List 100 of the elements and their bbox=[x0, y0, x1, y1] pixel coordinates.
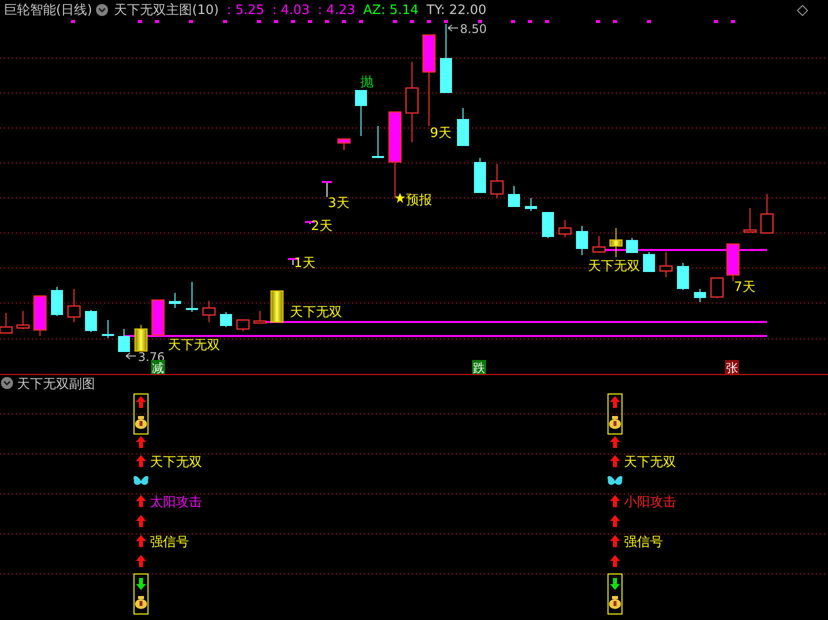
candlestick bbox=[134, 324, 148, 352]
candlestick bbox=[592, 236, 606, 253]
indicator-reading: TY: 22.00 bbox=[426, 2, 486, 18]
indicator-reading: : 4.23 bbox=[318, 2, 356, 18]
money-bag-icon bbox=[135, 596, 147, 609]
up-arrow-icon bbox=[610, 436, 620, 448]
butterfly-icon bbox=[134, 476, 148, 485]
dropdown-icon[interactable] bbox=[96, 4, 108, 16]
candlestick bbox=[253, 310, 267, 324]
buy-signal-frame bbox=[608, 394, 622, 434]
badge-label: 减 bbox=[152, 361, 164, 375]
candlestick bbox=[322, 180, 332, 198]
candlestick bbox=[626, 238, 638, 254]
candlestick bbox=[236, 319, 250, 332]
signal-label: 2天 bbox=[311, 219, 332, 234]
candlestick bbox=[372, 126, 384, 158]
signal-label: 天下无双 bbox=[624, 455, 676, 470]
arrow-icon bbox=[126, 352, 136, 360]
diamond-icon[interactable] bbox=[797, 5, 808, 16]
up-arrow-icon bbox=[136, 555, 146, 567]
signal-label: 小阳攻击 bbox=[624, 495, 676, 510]
signal-label: 天下无双 bbox=[168, 338, 220, 353]
candlestick bbox=[525, 198, 537, 212]
money-bag-icon bbox=[609, 416, 621, 429]
butterfly-icon bbox=[608, 476, 622, 485]
candlestick bbox=[67, 288, 81, 322]
arrow-icon bbox=[448, 24, 458, 32]
indicator-reading: : 4.03 bbox=[272, 2, 310, 18]
up-arrow-icon bbox=[136, 515, 146, 527]
signal-label: 7天 bbox=[734, 280, 756, 295]
up-arrow-icon bbox=[610, 455, 620, 467]
signal-label: 强信号 bbox=[150, 535, 189, 550]
candlestick bbox=[542, 212, 554, 238]
candlestick bbox=[337, 138, 351, 150]
up-arrow-icon bbox=[610, 535, 620, 547]
candlestick bbox=[440, 24, 452, 94]
sub-chart-title: 天下无双副图 bbox=[17, 377, 95, 392]
indicator-reading: : 5.25 bbox=[226, 2, 264, 18]
sell-label: 抛 bbox=[360, 75, 374, 90]
up-arrow-icon bbox=[136, 455, 146, 467]
sell-signal-frame bbox=[608, 574, 622, 614]
stock-title: 巨轮智能(日线) bbox=[4, 2, 92, 19]
star-icon bbox=[395, 193, 405, 203]
candlestick bbox=[508, 186, 520, 208]
signal-label: 1天 bbox=[294, 256, 316, 271]
candlestick bbox=[710, 277, 724, 298]
signal-label: 天下无双 bbox=[150, 455, 202, 470]
signal-label: 强信号 bbox=[624, 535, 663, 550]
indicator-reading: AZ: 5.14 bbox=[363, 2, 419, 18]
candlestick bbox=[169, 292, 181, 308]
price-label: 8.50 bbox=[460, 22, 487, 36]
candlestick bbox=[609, 228, 623, 258]
badge-label: 张 bbox=[726, 361, 738, 375]
candlestick bbox=[490, 164, 504, 198]
signal-label: 3天 bbox=[328, 196, 350, 211]
candlestick bbox=[457, 108, 469, 146]
sell-signal-frame bbox=[134, 574, 148, 614]
badge-label: 跌 bbox=[473, 361, 485, 375]
dropdown-icon[interactable] bbox=[1, 377, 13, 389]
down-arrow-icon bbox=[610, 578, 620, 590]
candlestick bbox=[726, 243, 740, 282]
money-bag-icon bbox=[609, 596, 621, 609]
candlestick bbox=[743, 208, 757, 233]
up-arrow-icon bbox=[610, 396, 620, 408]
up-arrow-icon bbox=[136, 436, 146, 448]
up-arrow-icon bbox=[610, 515, 620, 527]
candlestick bbox=[270, 290, 284, 323]
signal-label: 天下无双 bbox=[588, 259, 640, 274]
signal-label: 天下无双 bbox=[290, 305, 342, 320]
candlestick bbox=[202, 300, 216, 322]
up-arrow-icon bbox=[136, 535, 146, 547]
candlestick bbox=[659, 252, 673, 278]
candlestick bbox=[558, 220, 572, 238]
candlestick bbox=[677, 262, 689, 290]
up-arrow-icon bbox=[136, 396, 146, 408]
buy-signal-frame bbox=[134, 394, 148, 434]
candlestick bbox=[151, 299, 165, 336]
candlestick bbox=[220, 312, 232, 328]
candlestick bbox=[474, 158, 486, 194]
up-arrow-icon bbox=[610, 495, 620, 507]
candlestick bbox=[186, 282, 198, 312]
candlestick bbox=[576, 226, 588, 256]
candlestick bbox=[51, 286, 63, 316]
down-arrow-icon bbox=[136, 578, 146, 590]
up-arrow-icon bbox=[610, 555, 620, 567]
indicator-title: 天下无双主图(10) bbox=[114, 2, 219, 19]
candlestick bbox=[643, 252, 655, 272]
candlestick bbox=[16, 310, 30, 330]
up-arrow-icon bbox=[136, 495, 146, 507]
money-bag-icon bbox=[135, 416, 147, 429]
candlestick bbox=[118, 328, 130, 352]
candlestick bbox=[85, 310, 97, 332]
candlestick bbox=[355, 90, 367, 136]
candlestick bbox=[694, 288, 706, 302]
signal-label: 太阳攻击 bbox=[150, 495, 202, 510]
candlestick bbox=[102, 320, 114, 338]
signal-label: 9天 bbox=[430, 126, 452, 141]
candlestick bbox=[760, 194, 774, 234]
candlestick bbox=[33, 295, 47, 336]
signal-label: 预报 bbox=[406, 193, 432, 208]
